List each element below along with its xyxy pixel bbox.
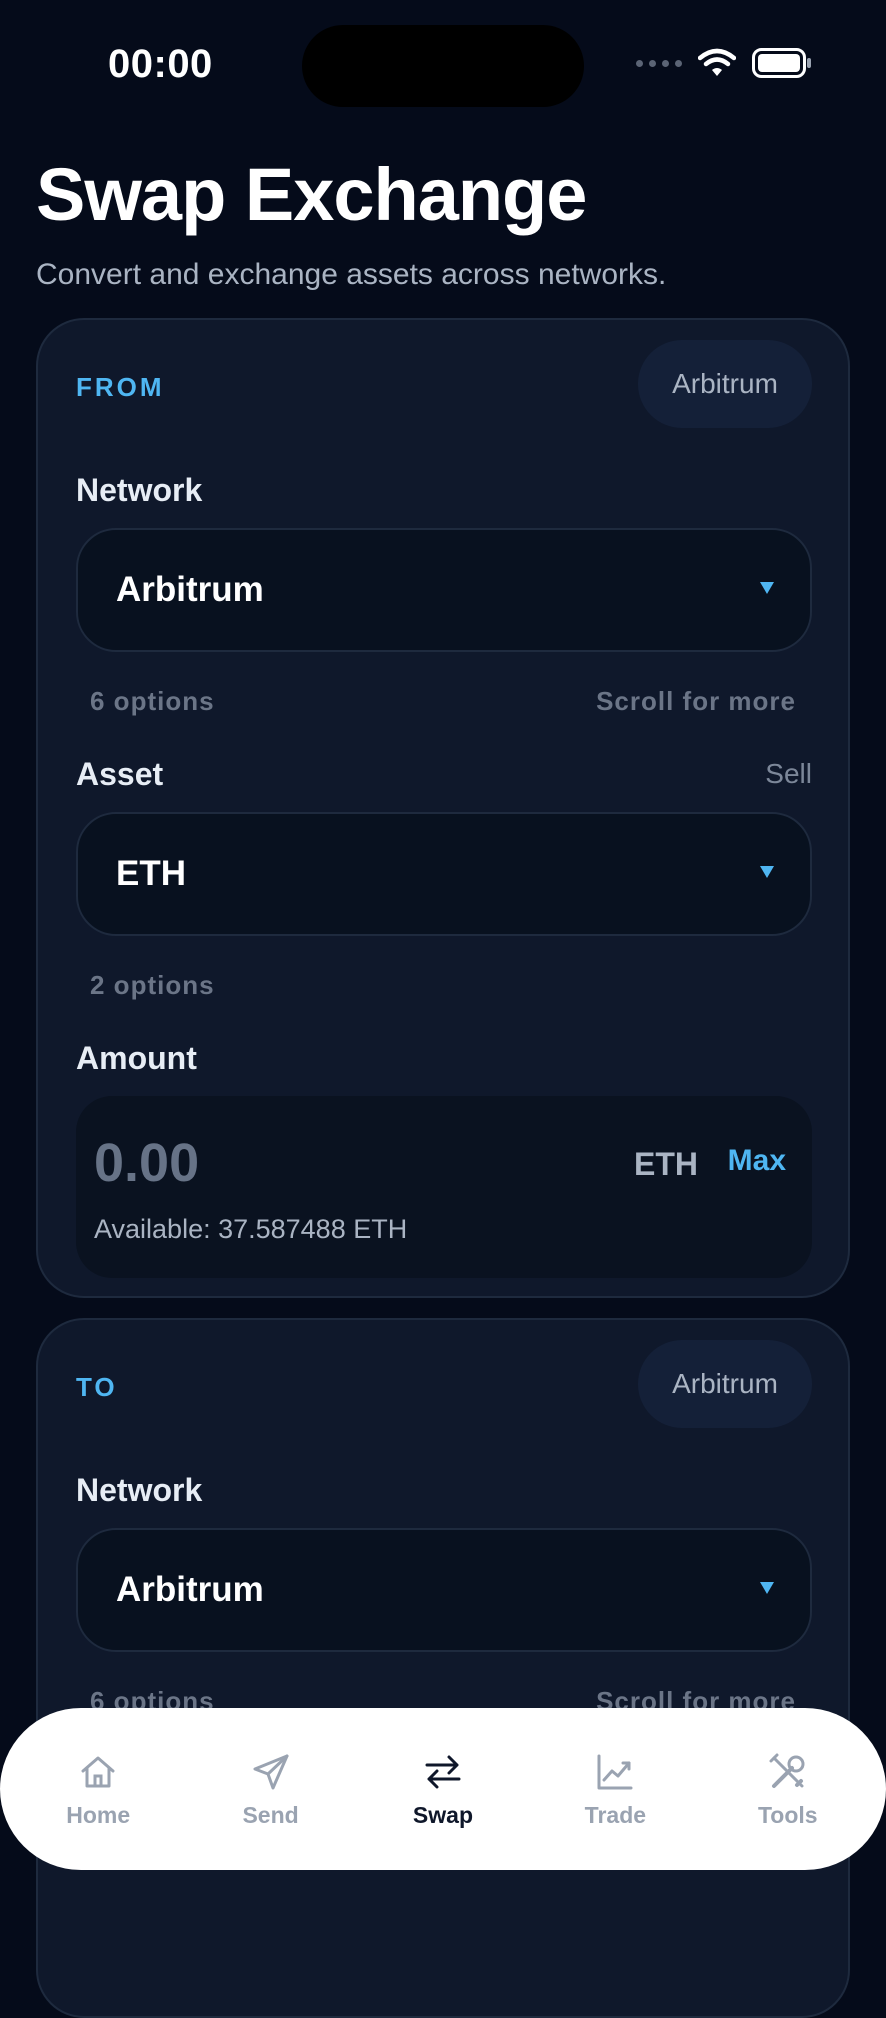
nav-label-swap: Swap bbox=[412, 1801, 473, 1828]
amount-input[interactable]: 0.00 ETH Max Available: 37.587488 ETH bbox=[76, 1096, 812, 1278]
max-button[interactable]: Max bbox=[728, 1144, 786, 1178]
from-label: FROM bbox=[76, 372, 165, 402]
to-network-chip: Arbitrum bbox=[638, 1340, 812, 1428]
from-card: FROM Arbitrum Network Arbitrum 6 options… bbox=[36, 318, 850, 1298]
nav-label-trade: Trade bbox=[584, 1801, 647, 1828]
wifi-icon bbox=[698, 48, 736, 76]
from-network-label: Network bbox=[76, 472, 203, 508]
from-network-scroll-hint: Scroll for more bbox=[596, 686, 796, 716]
amount-label: Amount bbox=[76, 1040, 197, 1076]
from-asset-select[interactable]: ETH bbox=[76, 812, 812, 936]
page-title: Swap Exchange bbox=[36, 153, 587, 236]
to-label: TO bbox=[76, 1372, 118, 1402]
to-network-select[interactable]: Arbitrum bbox=[76, 1528, 812, 1652]
battery-icon bbox=[752, 48, 811, 78]
from-network-value: Arbitrum bbox=[116, 570, 264, 609]
from-network-options-count: 6 options bbox=[90, 686, 215, 716]
status-time: 00:00 bbox=[108, 42, 213, 86]
from-network-chip: Arbitrum bbox=[638, 340, 812, 428]
status-icons bbox=[636, 48, 812, 78]
nav-item-trade[interactable]: Trade bbox=[540, 1750, 690, 1829]
nav-item-tools[interactable]: Tools bbox=[713, 1750, 863, 1829]
page-subtitle: Convert and exchange assets across netwo… bbox=[36, 258, 667, 291]
nav-item-send[interactable]: Send bbox=[196, 1750, 346, 1829]
home-icon bbox=[81, 1756, 115, 1787]
amount-asset: ETH bbox=[634, 1146, 698, 1182]
nav-item-swap[interactable]: Swap bbox=[368, 1750, 518, 1829]
from-asset-options-count: 2 options bbox=[90, 970, 215, 1000]
nav-item-home[interactable]: Home bbox=[23, 1750, 173, 1829]
swap-icon bbox=[425, 1755, 461, 1788]
to-network-value: Arbitrum bbox=[116, 1570, 264, 1609]
nav-label-send: Send bbox=[242, 1801, 299, 1828]
from-asset-value: ETH bbox=[116, 854, 186, 893]
from-network-select[interactable]: Arbitrum bbox=[76, 528, 812, 652]
to-network-label: Network bbox=[76, 1472, 203, 1508]
trade-chart-icon bbox=[597, 1754, 633, 1789]
cellular-signal-icon bbox=[636, 59, 682, 67]
available-balance: Available: 37.587488 ETH bbox=[94, 1214, 408, 1244]
tools-icon bbox=[769, 1753, 805, 1788]
nav-label-home: Home bbox=[66, 1801, 131, 1828]
chevron-down-icon bbox=[760, 866, 774, 878]
dynamic-island bbox=[302, 25, 584, 107]
chevron-down-icon bbox=[760, 1582, 774, 1594]
nav-label-tools: Tools bbox=[757, 1801, 818, 1828]
from-asset-label: Asset bbox=[76, 756, 164, 792]
from-asset-side-label: Sell bbox=[765, 758, 812, 789]
status-bar: 00:00 bbox=[0, 0, 886, 130]
bottom-nav: Home Send Swap Trade Tools bbox=[0, 1708, 886, 1870]
to-card: TO Arbitrum Network Arbitrum 6 options S… bbox=[36, 1318, 850, 2018]
send-icon bbox=[253, 1754, 289, 1789]
chevron-down-icon bbox=[760, 582, 774, 594]
amount-value[interactable]: 0.00 bbox=[94, 1132, 199, 1194]
